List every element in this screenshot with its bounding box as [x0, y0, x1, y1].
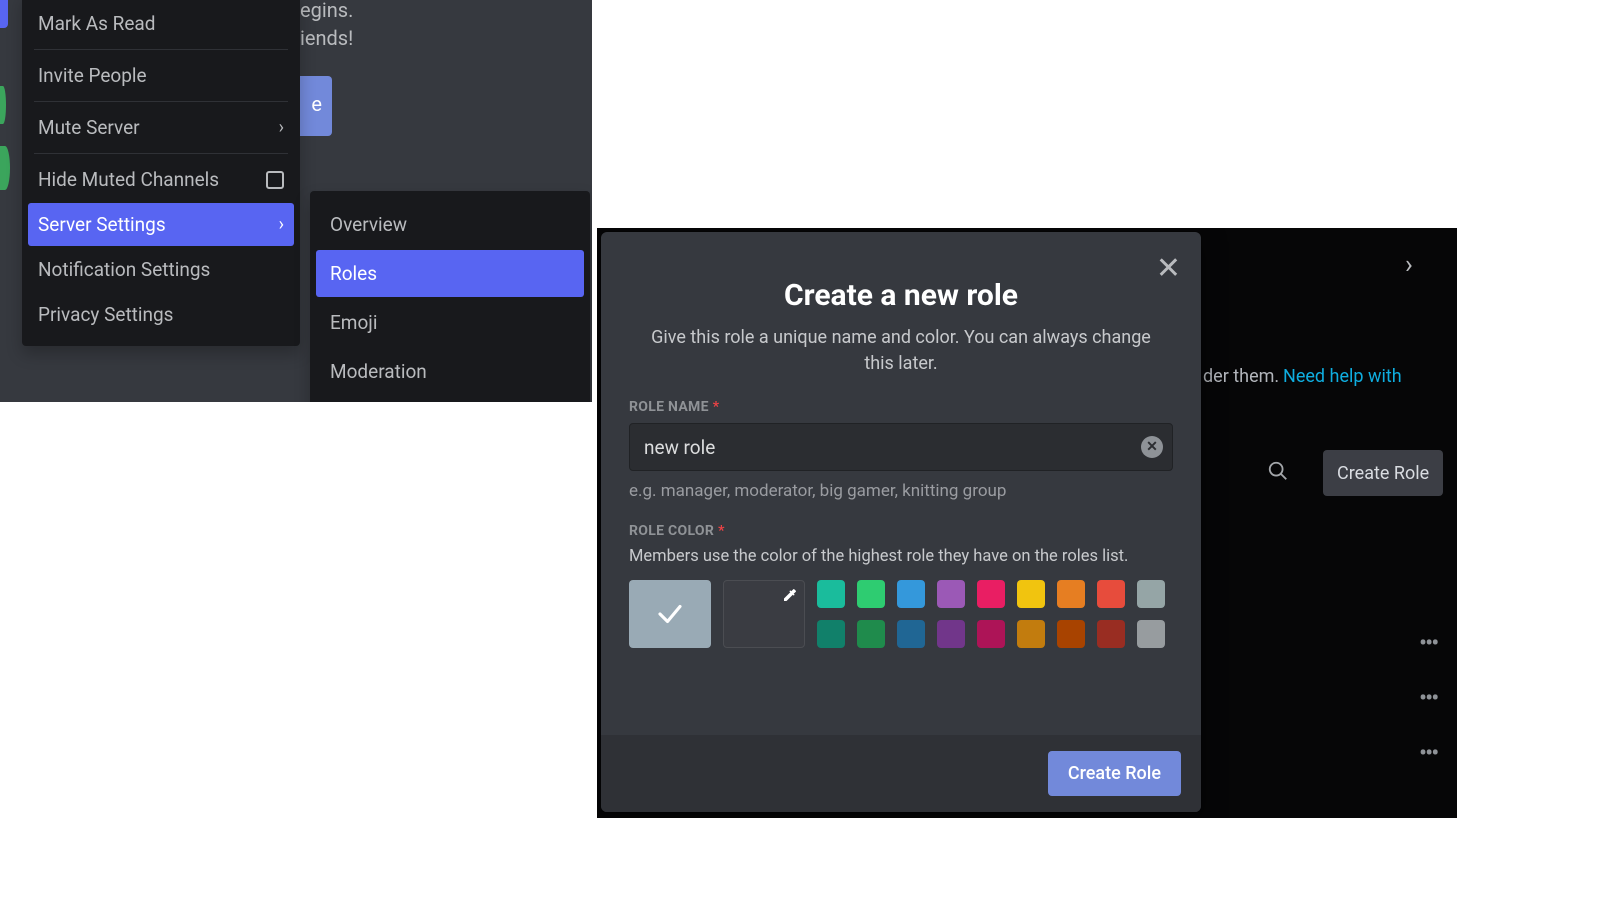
color-swatch[interactable]	[857, 580, 885, 608]
server-selection-pill	[0, 0, 8, 28]
menu-item-mark-as-read[interactable]: Mark As Read	[28, 2, 294, 45]
submenu-item-moderation[interactable]: Moderation	[316, 348, 584, 395]
check-icon	[655, 599, 685, 629]
menu-item-label: Hide Muted Channels	[38, 168, 219, 191]
color-swatch[interactable]	[937, 580, 965, 608]
menu-item-mute-server[interactable]: Mute Server ›	[28, 106, 294, 149]
chevron-right-icon[interactable]: ›	[1405, 250, 1413, 280]
more-icon[interactable]: •••	[1419, 684, 1437, 712]
menu-item-server-settings[interactable]: Server Settings ›	[28, 203, 294, 246]
color-swatch[interactable]	[977, 620, 1005, 648]
submenu-item-overview[interactable]: Overview	[316, 201, 584, 248]
color-swatch[interactable]	[817, 620, 845, 648]
close-icon[interactable]: ✕	[1156, 254, 1181, 284]
default-color-swatch[interactable]	[629, 580, 711, 648]
menu-item-privacy-settings[interactable]: Privacy Settings	[28, 293, 294, 336]
right-screenshot-panel: › der them. Need help with Create Role •…	[597, 228, 1457, 818]
modal-title: Create a new role	[629, 278, 1173, 313]
role-name-hint: e.g. manager, moderator, big gamer, knit…	[629, 481, 1173, 501]
server-context-menu: Mark As Read Invite People Mute Server ›…	[22, 0, 300, 346]
color-grid	[629, 580, 1173, 648]
menu-item-notification-settings[interactable]: Notification Settings	[28, 248, 294, 291]
menu-item-label: Mark As Read	[38, 12, 155, 35]
color-swatch[interactable]	[1097, 620, 1125, 648]
menu-item-invite-people[interactable]: Invite People	[28, 54, 294, 97]
left-screenshot-panel: egins. iends! e Mark As Read Invite Peop…	[0, 0, 592, 402]
role-name-label: Role Name*	[629, 399, 1173, 415]
swatch-row	[817, 620, 1165, 648]
role-name-input[interactable]	[629, 423, 1173, 471]
color-swatch[interactable]	[1137, 620, 1165, 648]
menu-separator	[34, 101, 288, 102]
create-role-button[interactable]: Create Role	[1048, 751, 1181, 796]
color-swatch[interactable]	[1057, 620, 1085, 648]
server-icon-fragment	[0, 146, 10, 190]
clear-input-icon[interactable]: ✕	[1141, 436, 1163, 458]
color-swatch[interactable]	[977, 580, 1005, 608]
bg-text-fragment: egins. iends!	[300, 0, 353, 52]
custom-color-swatch[interactable]	[723, 580, 805, 648]
color-swatch[interactable]	[1017, 580, 1045, 608]
menu-item-label: Mute Server	[38, 116, 140, 139]
modal-description: Give this role a unique name and color. …	[639, 325, 1163, 377]
more-icon[interactable]: •••	[1419, 629, 1437, 657]
submenu-item-roles[interactable]: Roles	[316, 250, 584, 297]
role-name-input-wrap: ✕	[629, 423, 1173, 471]
color-swatch[interactable]	[1097, 580, 1125, 608]
menu-separator	[34, 153, 288, 154]
search-icon[interactable]	[1267, 460, 1289, 488]
role-color-label: Role Color*	[629, 523, 1173, 539]
color-swatch[interactable]	[817, 580, 845, 608]
color-swatch[interactable]	[1057, 580, 1085, 608]
role-color-description: Members use the color of the highest rol…	[629, 547, 1173, 566]
server-settings-submenu: Overview Roles Emoji Moderation	[310, 191, 590, 402]
submenu-item-emoji[interactable]: Emoji	[316, 299, 584, 346]
color-swatch[interactable]	[897, 620, 925, 648]
color-swatch[interactable]	[897, 580, 925, 608]
chevron-right-icon: ›	[279, 117, 284, 138]
bg-link-fragment[interactable]: Need help with	[1283, 366, 1402, 387]
menu-item-label: Invite People	[38, 64, 147, 87]
server-icon-fragment	[0, 86, 6, 124]
swatch-columns	[817, 580, 1165, 648]
role-color-section: Role Color* Members use the color of the…	[629, 523, 1173, 648]
bg-text-fragment: der them.	[1203, 366, 1279, 387]
create-role-button-bg[interactable]: Create Role	[1323, 450, 1443, 496]
color-swatch[interactable]	[937, 620, 965, 648]
menu-item-hide-muted-channels[interactable]: Hide Muted Channels	[28, 158, 294, 201]
color-swatch[interactable]	[857, 620, 885, 648]
modal-body: Create a new role Give this role a uniqu…	[601, 232, 1201, 735]
swatch-row	[817, 580, 1165, 608]
menu-separator	[34, 49, 288, 50]
server-icon-strip	[0, 0, 10, 402]
modal-footer: Create Role	[601, 735, 1201, 812]
menu-item-label: Notification Settings	[38, 258, 210, 281]
eyedropper-icon	[782, 587, 798, 607]
color-swatch[interactable]	[1017, 620, 1045, 648]
create-role-modal: ✕ Create a new role Give this role a uni…	[601, 232, 1201, 812]
checkbox-icon	[266, 171, 284, 189]
more-icon[interactable]: •••	[1419, 739, 1437, 767]
color-swatch[interactable]	[1137, 580, 1165, 608]
menu-item-label: Privacy Settings	[38, 303, 173, 326]
bg-button-fragment: e	[299, 76, 332, 136]
menu-item-label: Server Settings	[38, 213, 166, 236]
chevron-right-icon: ›	[279, 214, 284, 235]
